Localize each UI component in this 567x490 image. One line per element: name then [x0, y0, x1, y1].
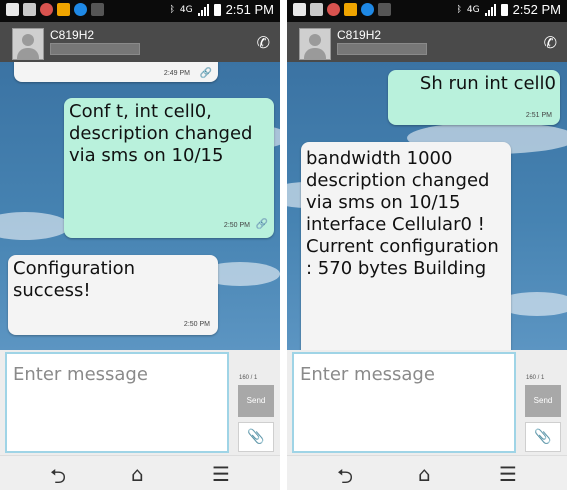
- home-icon[interactable]: ⌂: [418, 462, 431, 486]
- home-icon[interactable]: ⌂: [131, 462, 144, 486]
- phone-screen-left: ᛒ 4G 2:51 PM C819H2 ✆ 2:49 PM 🔗 Conf t, …: [0, 0, 280, 490]
- redacted-phone-number: [337, 43, 427, 55]
- status-bar: ᛒ 4G 2:51 PM: [0, 0, 280, 22]
- bluetooth-icon: ᛒ: [169, 4, 175, 15]
- paperclip-icon: 📎: [534, 429, 552, 445]
- status-bar: ᛒ 4G 2:52 PM: [287, 0, 567, 22]
- message-input[interactable]: Enter message: [5, 352, 229, 453]
- message-thread[interactable]: 2:49 PM 🔗 Conf t, int cell0, description…: [0, 62, 280, 350]
- conversation-header: C819H2 ✆: [0, 22, 280, 62]
- download-icon: [344, 3, 357, 16]
- link-icon: 🔗: [255, 219, 268, 230]
- gallery-icon: [310, 3, 323, 16]
- message-input[interactable]: Enter message: [292, 352, 516, 453]
- message-bubble-received[interactable]: bandwidth 1000 description changed via s…: [301, 142, 511, 350]
- send-button[interactable]: Send: [525, 385, 561, 417]
- character-counter: 160 / 1: [239, 375, 258, 381]
- contact-avatar[interactable]: [299, 28, 331, 60]
- message-text: bandwidth 1000 description changed via s…: [306, 148, 499, 279]
- message-text: Conf t, int cell0, description changed v…: [69, 101, 253, 166]
- phone-call-icon[interactable]: ✆: [544, 33, 557, 52]
- message-text: Sh run int cell0: [419, 73, 556, 94]
- link-icon: 🔗: [199, 68, 212, 79]
- missed-call-icon: [378, 3, 391, 16]
- network-type: 4G: [179, 4, 193, 15]
- send-button[interactable]: Send: [238, 385, 274, 417]
- app-notification-icon: [40, 3, 53, 16]
- message-bubble-sent[interactable]: Sh run int cell0 2:51 PM: [388, 70, 560, 125]
- contact-name: C819H2: [337, 28, 382, 42]
- phone-screen-right: ᛒ 4G 2:52 PM C819H2 ✆ Sh run int cell0 2…: [287, 0, 567, 490]
- status-time: 2:52 PM: [512, 2, 561, 17]
- message-bubble-received[interactable]: Configuration success! 2:50 PM: [8, 255, 218, 335]
- status-time: 2:51 PM: [225, 2, 274, 17]
- gallery-icon: [23, 3, 36, 16]
- menu-icon[interactable]: ☰: [212, 462, 230, 486]
- battery-icon: [213, 3, 221, 16]
- contact-name: C819H2: [50, 28, 95, 42]
- calendar-icon: [293, 3, 306, 16]
- navigation-bar: ⮌ ⌂ ☰: [287, 455, 567, 490]
- back-icon[interactable]: ⮌: [337, 462, 353, 490]
- phone-call-icon[interactable]: ✆: [257, 33, 270, 52]
- message-text: Configuration success!: [13, 258, 136, 301]
- compose-area: Enter message 160 / 1 Send 📎: [287, 350, 567, 455]
- message-bubble-sent[interactable]: Conf t, int cell0, description changed v…: [64, 98, 274, 238]
- message-thread[interactable]: Sh run int cell0 2:51 PM bandwidth 1000 …: [287, 62, 567, 350]
- navigation-bar: ⮌ ⌂ ☰: [0, 455, 280, 490]
- bluetooth-icon: ᛒ: [456, 4, 462, 15]
- message-bubble[interactable]: 2:49 PM 🔗: [14, 62, 218, 82]
- signal-icon: [197, 3, 209, 16]
- notification-icon: [361, 3, 374, 16]
- message-time: 2:50 PM: [183, 321, 210, 328]
- attach-button[interactable]: 📎: [525, 422, 561, 452]
- calendar-icon: [6, 3, 19, 16]
- character-counter: 160 / 1: [526, 375, 545, 381]
- message-time: 2:50 PM: [223, 222, 250, 229]
- menu-icon[interactable]: ☰: [499, 462, 517, 486]
- redacted-phone-number: [50, 43, 140, 55]
- compose-area: Enter message 160 / 1 Send 📎: [0, 350, 280, 455]
- notification-icon: [74, 3, 87, 16]
- attach-button[interactable]: 📎: [238, 422, 274, 452]
- battery-icon: [500, 3, 508, 16]
- conversation-header: C819H2 ✆: [287, 22, 567, 62]
- missed-call-icon: [91, 3, 104, 16]
- signal-icon: [484, 3, 496, 16]
- back-icon[interactable]: ⮌: [50, 462, 66, 490]
- paperclip-icon: 📎: [247, 429, 265, 445]
- message-time: 2:49 PM: [163, 70, 190, 77]
- contact-avatar[interactable]: [12, 28, 44, 60]
- app-notification-icon: [327, 3, 340, 16]
- download-icon: [57, 3, 70, 16]
- message-time: 2:51 PM: [525, 112, 552, 119]
- network-type: 4G: [466, 4, 480, 15]
